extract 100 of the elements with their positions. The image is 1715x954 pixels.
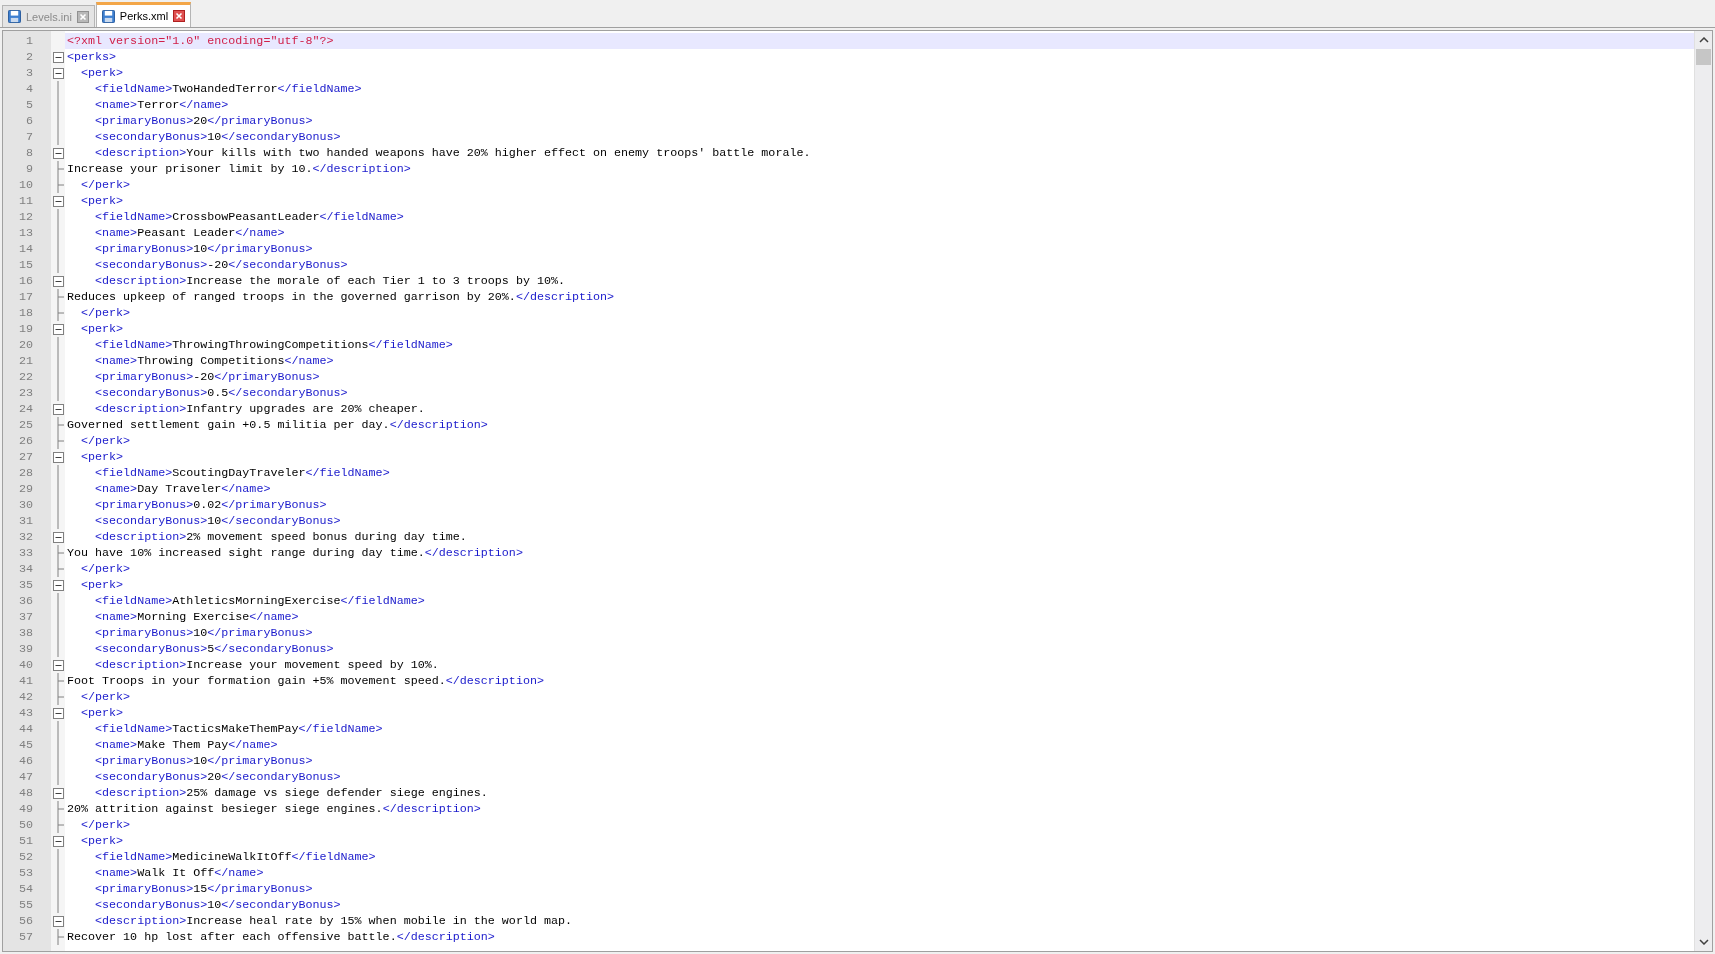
code-line: <primaryBonus>20</primaryBonus> bbox=[94, 113, 314, 129]
code-line: </perk> bbox=[80, 817, 132, 833]
fold-toggle-icon[interactable] bbox=[52, 275, 64, 287]
code-line: <secondaryBonus>20</secondaryBonus> bbox=[94, 769, 342, 785]
code-line: </perk> bbox=[80, 561, 132, 577]
close-icon[interactable] bbox=[76, 10, 89, 23]
fold-toggle-icon[interactable] bbox=[52, 659, 64, 671]
line-number: 27 bbox=[17, 450, 34, 464]
line-number: 7 bbox=[25, 130, 34, 144]
fold-toggle-icon[interactable] bbox=[52, 787, 64, 799]
code-line: <perk> bbox=[80, 193, 125, 209]
line-number: 55 bbox=[17, 898, 34, 912]
fold-toggle-icon[interactable] bbox=[52, 403, 64, 415]
line-number: 18 bbox=[17, 306, 34, 320]
fold-toggle-icon[interactable] bbox=[52, 531, 64, 543]
line-number: 25 bbox=[17, 418, 34, 432]
line-number: 54 bbox=[17, 882, 34, 896]
line-number: 28 bbox=[17, 466, 34, 480]
line-number: 35 bbox=[17, 578, 34, 592]
line-number: 46 bbox=[17, 754, 34, 768]
code-line: 20% attrition against besieger siege engines.</description> bbox=[66, 801, 482, 817]
line-number: 26 bbox=[17, 434, 34, 448]
line-number: 37 bbox=[17, 610, 34, 624]
fold-toggle-icon[interactable] bbox=[52, 51, 64, 63]
code-line: <secondaryBonus>10</secondaryBonus> bbox=[94, 513, 342, 529]
code-line: <primaryBonus>10</primaryBonus> bbox=[94, 625, 314, 641]
line-number: 50 bbox=[17, 818, 34, 832]
code-line: <description>Increase the morale of each Tier 1 to 3 troops by 10%. bbox=[94, 273, 566, 289]
line-number: 40 bbox=[17, 658, 34, 672]
line-number: 13 bbox=[17, 226, 34, 240]
fold-toggle-icon[interactable] bbox=[52, 451, 64, 463]
code-line: <fieldName>ThrowingThrowingCompetitions</fieldName> bbox=[94, 337, 454, 353]
fold-toggle-icon[interactable] bbox=[52, 707, 64, 719]
code-line: <description>Infantry upgrades are 20% cheaper. bbox=[94, 401, 426, 417]
vertical-scrollbar[interactable] bbox=[1694, 31, 1712, 951]
scroll-up-icon[interactable] bbox=[1698, 37, 1709, 43]
fold-toggle-icon[interactable] bbox=[52, 67, 64, 79]
line-number: 36 bbox=[17, 594, 34, 608]
line-number: 30 bbox=[17, 498, 34, 512]
code-line: <perk> bbox=[80, 321, 125, 337]
line-number: 56 bbox=[17, 914, 34, 928]
code-line: <name>Terror</name> bbox=[94, 97, 230, 113]
line-number: 31 bbox=[17, 514, 34, 528]
code-line: <fieldName>CrossbowPeasantLeader</fieldName> bbox=[94, 209, 405, 225]
fold-toggle-icon[interactable] bbox=[52, 579, 64, 591]
fold-toggle-icon[interactable] bbox=[52, 323, 64, 335]
code-line: </perk> bbox=[80, 177, 132, 193]
code-line: <fieldName>TwoHandedTerror</fieldName> bbox=[94, 81, 363, 97]
code-line: <description>Increase heal rate by 15% when mobile in the world map. bbox=[94, 913, 573, 929]
fold-toggle-icon[interactable] bbox=[52, 195, 64, 207]
fold-toggle-icon[interactable] bbox=[52, 147, 64, 159]
line-number: 17 bbox=[17, 290, 34, 304]
line-number: 51 bbox=[17, 834, 34, 848]
line-number: 11 bbox=[17, 194, 34, 208]
fold-toggle-icon[interactable] bbox=[52, 915, 64, 927]
code-line: <perk> bbox=[80, 65, 125, 81]
line-number: 34 bbox=[17, 562, 34, 576]
line-number: 29 bbox=[17, 482, 34, 496]
line-number: 19 bbox=[17, 322, 34, 336]
code-line: <name>Make Them Pay</name> bbox=[94, 737, 279, 753]
code-line: Reduces upkeep of ranged troops in the governed garrison by 20%.</description> bbox=[66, 289, 616, 305]
code-line: <name>Throwing Competitions</name> bbox=[94, 353, 335, 369]
line-number: 33 bbox=[17, 546, 34, 560]
code-line: <primaryBonus>0.02</primaryBonus> bbox=[94, 497, 328, 513]
code-line: <name>Day Traveler</name> bbox=[94, 481, 272, 497]
code-line: <fieldName>ScoutingDayTraveler</fieldName> bbox=[94, 465, 391, 481]
line-number: 12 bbox=[17, 210, 34, 224]
line-number: 47 bbox=[17, 770, 34, 784]
scroll-down-icon[interactable] bbox=[1698, 939, 1709, 945]
fold-toggle-icon[interactable] bbox=[52, 835, 64, 847]
line-number: 4 bbox=[25, 82, 34, 96]
code-line: <perk> bbox=[80, 577, 125, 593]
line-number: 32 bbox=[17, 530, 34, 544]
line-number: 48 bbox=[17, 786, 34, 800]
line-number: 6 bbox=[25, 114, 34, 128]
code-line: <description>2% movement speed bonus during day time. bbox=[94, 529, 468, 545]
line-number: 14 bbox=[17, 242, 34, 256]
line-number: 39 bbox=[17, 642, 34, 656]
line-number: 41 bbox=[17, 674, 34, 688]
scroll-thumb[interactable] bbox=[1696, 49, 1711, 65]
code-line: <secondaryBonus>10</secondaryBonus> bbox=[94, 897, 342, 913]
code-line: <perk> bbox=[80, 449, 125, 465]
code-line: Increase your prisoner limit by 10.</description> bbox=[66, 161, 412, 177]
file-tab[interactable]: Perks.xml bbox=[95, 2, 192, 27]
close-icon[interactable] bbox=[173, 10, 186, 22]
line-number: 16 bbox=[17, 274, 34, 288]
line-number: 57 bbox=[17, 930, 34, 944]
code-line: <perks> bbox=[66, 49, 118, 65]
code-line: </perk> bbox=[80, 305, 132, 321]
code-line: </perk> bbox=[80, 433, 132, 449]
line-number: 1 bbox=[25, 34, 34, 48]
line-number: 24 bbox=[17, 402, 34, 416]
line-number: 3 bbox=[25, 66, 34, 80]
code-line: <primaryBonus>10</primaryBonus> bbox=[94, 241, 314, 257]
code-line: Foot Troops in your formation gain +5% movement speed.</description> bbox=[66, 673, 545, 689]
code-line: <fieldName>TacticsMakeThemPay</fieldName> bbox=[94, 721, 384, 737]
code-line: <fieldName>MedicineWalkItOff</fieldName> bbox=[94, 849, 377, 865]
line-number: 45 bbox=[17, 738, 34, 752]
code-line: <primaryBonus>10</primaryBonus> bbox=[94, 753, 314, 769]
line-number: 43 bbox=[17, 706, 34, 720]
